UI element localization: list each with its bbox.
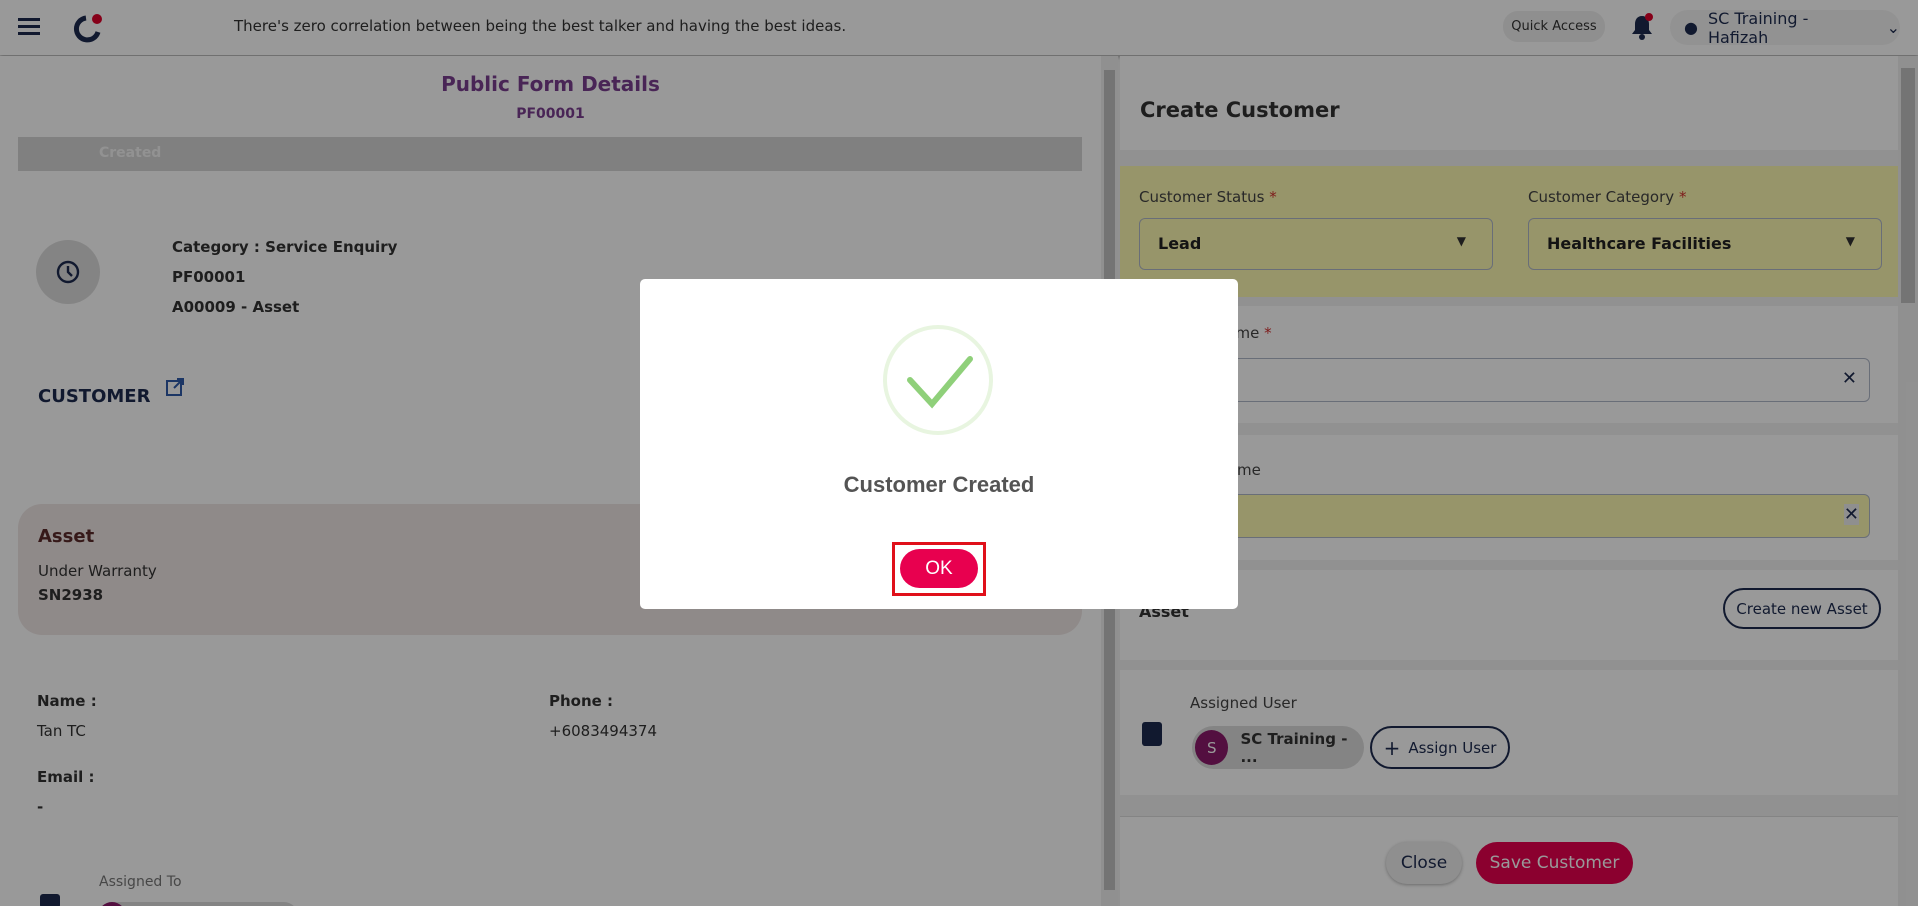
ok-button[interactable]: OK (900, 549, 978, 588)
dialog-message: Customer Created (843, 472, 1035, 497)
success-check-icon (883, 325, 993, 435)
success-dialog: Customer Created OK (640, 279, 1238, 609)
